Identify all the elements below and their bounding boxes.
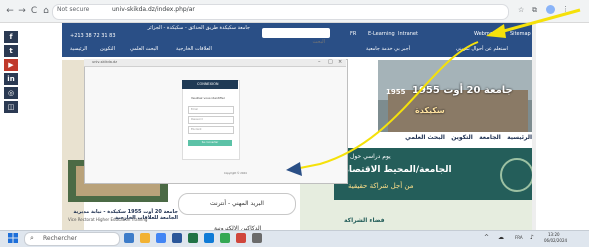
tray-chevron-icon[interactable]: ^ — [484, 234, 489, 241]
app-icon[interactable] — [236, 233, 246, 243]
taskbar-search-label: Rechercher — [43, 235, 77, 242]
arrow-to-header — [499, 8, 581, 34]
excel-icon[interactable] — [188, 233, 198, 243]
task-view-icon[interactable] — [124, 233, 134, 243]
chrome-icon[interactable] — [156, 233, 166, 243]
edge-icon[interactable] — [204, 233, 214, 243]
arrow-to-header-head — [486, 24, 506, 38]
clock-date[interactable]: 06/02/2024 — [544, 238, 567, 243]
cloud-icon[interactable]: ☁ — [498, 234, 504, 241]
keyboard-language[interactable]: FRA — [515, 235, 523, 240]
settings-icon[interactable] — [252, 233, 262, 243]
arrow-to-login-head — [286, 162, 302, 176]
app-icon[interactable] — [220, 233, 230, 243]
search-icon: ⌕ — [30, 234, 34, 242]
annotation-arrows — [286, 8, 581, 176]
taskbar-search[interactable]: ⌕ Rechercher — [24, 232, 120, 246]
word-icon[interactable] — [172, 233, 182, 243]
file-explorer-icon[interactable] — [140, 233, 150, 243]
volume-icon[interactable]: ♪ — [530, 234, 534, 241]
windows-start-icon[interactable] — [8, 233, 18, 243]
clock-time[interactable]: 13:20 — [548, 232, 560, 237]
arrow-to-login — [299, 41, 479, 169]
